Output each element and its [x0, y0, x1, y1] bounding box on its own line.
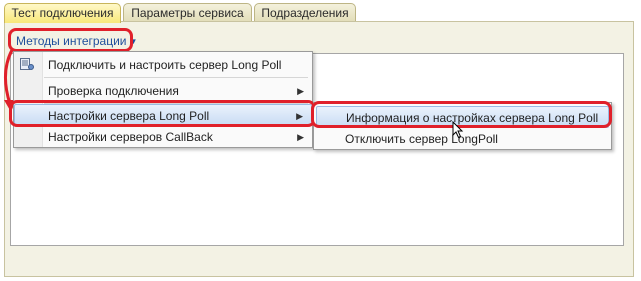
menu-item-callback-settings[interactable]: Настройки серверов CallBack ▶ [14, 126, 312, 148]
tab-label: Тест подключения [11, 6, 114, 20]
tab-departments[interactable]: Подразделения [254, 3, 356, 22]
highlight-methods-button [8, 28, 133, 52]
tab-connection-test[interactable]: Тест подключения [4, 3, 121, 23]
mouse-cursor-icon [452, 121, 464, 139]
highlight-long-poll-settings [9, 100, 316, 127]
menu-item-label: Проверка подключения [48, 84, 179, 98]
tab-service-params[interactable]: Параметры сервиса [123, 3, 252, 22]
menu-item-check-connection[interactable]: Проверка подключения ▶ [14, 80, 312, 102]
submenu-arrow-icon: ▶ [297, 132, 304, 142]
tab-label: Параметры сервиса [131, 6, 244, 20]
menu-item-label: Настройки серверов CallBack [48, 130, 213, 144]
menu-separator [44, 77, 308, 78]
menu-item-label: Подключить и настроить сервер Long Poll [48, 58, 282, 72]
tab-label: Подразделения [261, 6, 349, 20]
submenu-arrow-icon: ▶ [297, 86, 304, 96]
connect-server-icon [20, 58, 34, 70]
menu-item-connect-long-poll[interactable]: Подключить и настроить сервер Long Poll [14, 54, 312, 76]
menu-item-label: Отключить сервер LongPoll [345, 132, 498, 146]
